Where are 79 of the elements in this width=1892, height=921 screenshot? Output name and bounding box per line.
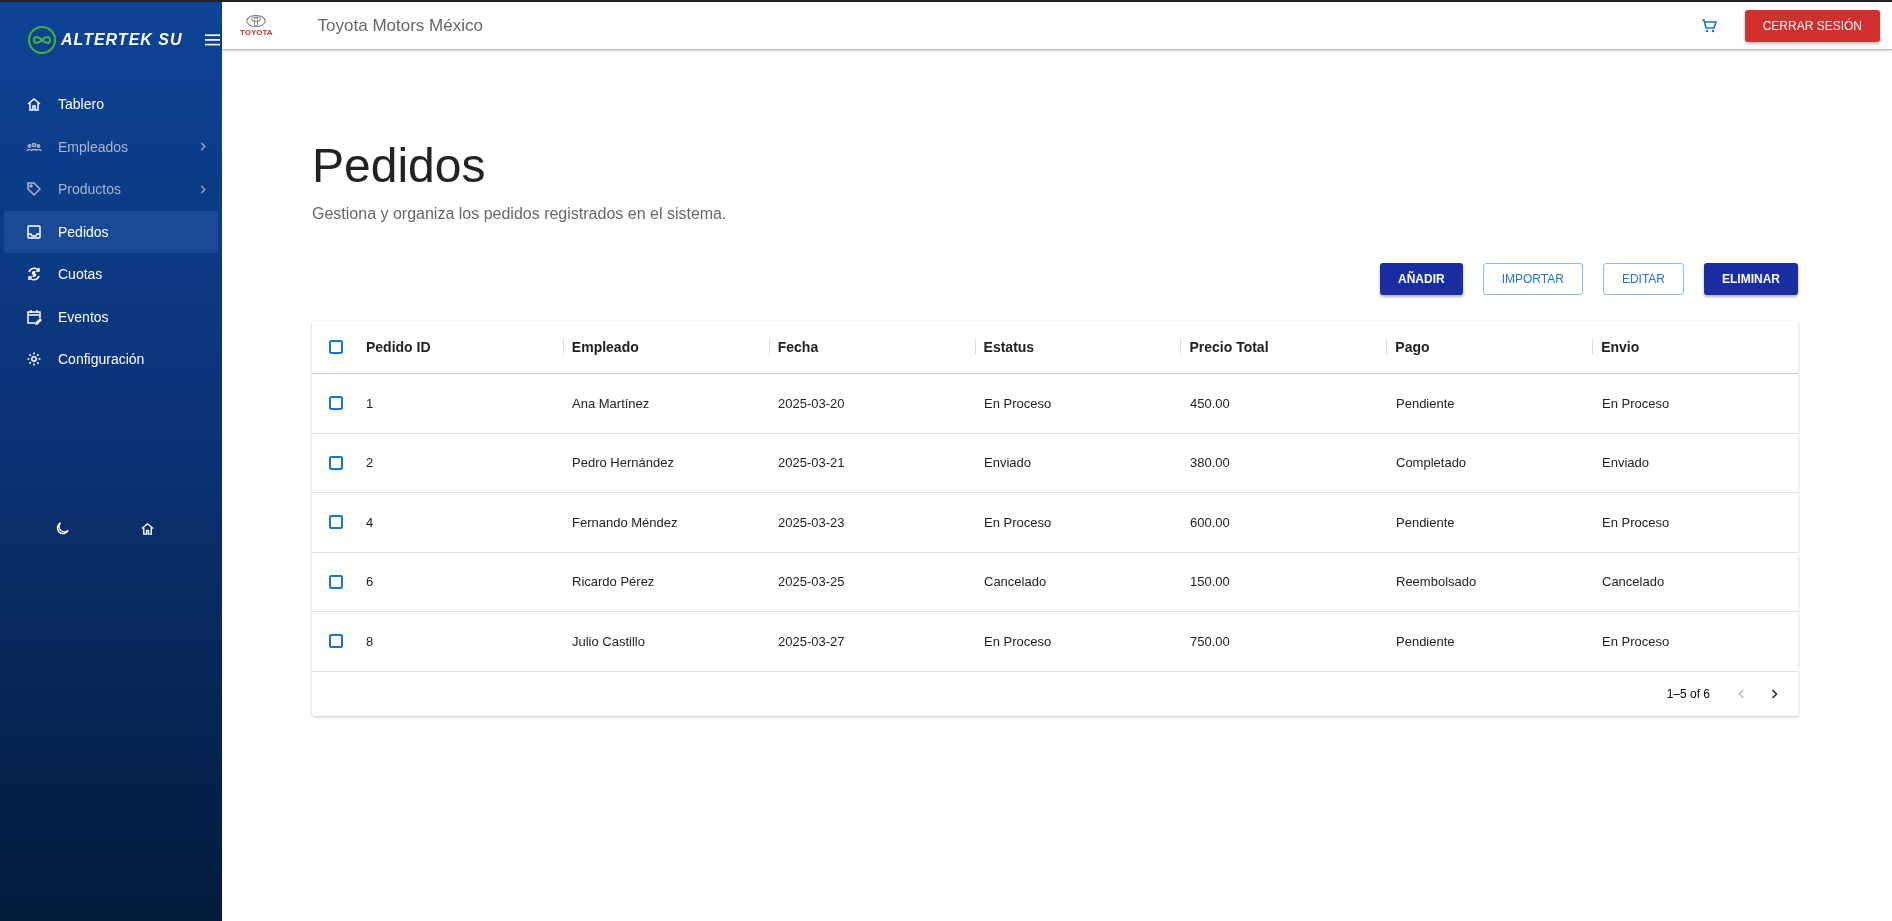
column-header[interactable]: Pedido ID [366,339,431,355]
sidebar-item[interactable]: Productos [4,168,218,211]
table-cell: En Proceso [984,395,1052,411]
table-cell: Pedro Hernández [572,455,674,471]
home-icon[interactable] [140,520,155,536]
table-cell: Enviado [1602,455,1649,471]
menu-icon[interactable] [204,34,220,46]
table-cell: 150.00 [1190,574,1230,590]
table-cell: 2025-03-21 [778,455,845,471]
table-cell: Fernando Méndez [572,514,678,530]
column-header[interactable]: Envio [1601,339,1640,355]
table-cell: En Proceso [1602,514,1670,530]
table-cell: Cancelado [1602,574,1665,590]
sidebar-item[interactable]: Pedidos [4,210,218,253]
table-cell: 2025-03-23 [778,514,845,530]
table-cell: Ricardo Pérez [572,574,655,590]
action-button[interactable]: ELIMINAR [1704,263,1798,295]
action-button[interactable]: IMPORTAR [1482,263,1583,295]
row-checkbox[interactable] [329,574,343,589]
action-button[interactable]: AÑADIR [1379,263,1463,295]
table-cell: 600.00 [1190,514,1230,530]
table-cell: 750.00 [1190,633,1230,649]
table-cell: 8 [366,633,374,649]
table-cell: 2 [366,455,374,471]
inbox-icon [26,223,42,240]
table-cell: En Proceso [1602,633,1670,649]
table-cell: 450.00 [1190,395,1230,411]
sidebar-item[interactable]: Tablero [4,83,218,126]
table-cell: Pendiente [1396,514,1455,530]
select-all-checkbox[interactable] [329,340,343,354]
chevron-right-icon [200,142,206,152]
pagination-range: 1–5 of 6 [1666,686,1710,701]
page-subtitle: Gestiona y organiza los pedidos registrados en el sistema. [312,205,728,223]
row-checkbox[interactable] [329,396,343,411]
column-header[interactable]: Precio Total [1189,339,1269,355]
table-cell: Ana Martínez [572,395,650,411]
logout-button[interactable]: CERRAR SESIÓN [1744,9,1880,42]
table-cell: Cancelado [984,574,1047,590]
page-title: Pedidos [312,138,487,193]
calendar-icon [26,308,42,325]
column-header[interactable]: Empleado [571,339,639,355]
sidebar-item[interactable]: Cuotas [4,253,218,296]
cart-icon[interactable] [1700,17,1717,34]
table-cell: Pendiente [1396,633,1455,649]
money-icon [26,266,42,283]
infinity-logo-icon [27,25,57,55]
table-cell: Julio Castillo [572,633,645,649]
table-cell: Reembolsado [1396,574,1477,590]
column-header[interactable]: Pago [1395,339,1430,355]
table-cell: Pendiente [1396,395,1455,411]
column-header[interactable]: Fecha [777,339,819,355]
tag-icon [26,181,42,198]
table-cell: En Proceso [984,633,1052,649]
table-cell: En Proceso [1602,395,1670,411]
row-checkbox[interactable] [329,634,343,649]
table-cell: 1 [366,395,374,411]
moon-icon[interactable] [55,520,70,536]
table-cell: 2025-03-27 [778,633,845,649]
home-icon [26,96,42,113]
table-cell: 6 [366,574,374,590]
table-cell: Enviado [984,455,1031,471]
row-checkbox[interactable] [329,455,343,470]
toyota-logo: TOYOTA [240,14,273,37]
chevron-right-icon [200,184,206,194]
row-checkbox[interactable] [329,515,343,530]
next-page-icon[interactable] [1771,688,1778,699]
sidebar-item[interactable]: Empleados [4,125,218,168]
table-cell: 2025-03-20 [778,395,845,411]
table-cell: 380.00 [1190,455,1230,471]
logo-text: ALTERTEK SU [61,31,183,49]
table-cell: 4 [366,514,374,530]
action-button[interactable]: EDITAR [1602,263,1684,295]
company-name: Toyota Motors México [317,15,484,36]
table-cell: 2025-03-25 [778,574,845,590]
table-cell: En Proceso [984,514,1052,530]
column-header[interactable]: Estatus [983,339,1035,355]
sidebar-item[interactable]: Eventos [4,295,218,338]
table-cell: Completado [1396,455,1467,471]
sidebar-item[interactable]: Configuración [4,338,218,381]
